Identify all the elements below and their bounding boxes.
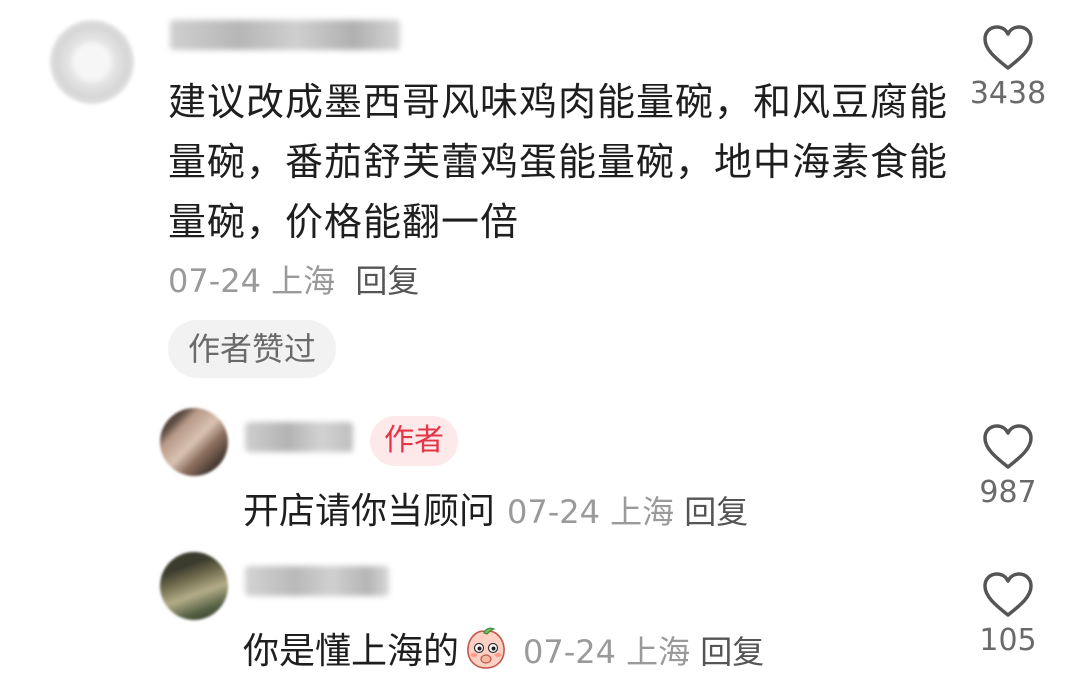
- peach-face-emoji-icon: [467, 627, 505, 669]
- like-button[interactable]: 987: [968, 423, 1048, 510]
- comment-meta: 07-24 上海 回复: [168, 256, 419, 302]
- heart-outline-icon[interactable]: [982, 423, 1034, 471]
- reply-location: 上海: [610, 493, 675, 531]
- reply-meta: 07-24 上海 回复: [507, 493, 748, 531]
- heart-outline-icon[interactable]: [982, 24, 1034, 72]
- reply-text: 开店请你当顾问: [243, 491, 496, 532]
- reply-button[interactable]: 回复: [684, 493, 748, 531]
- reply-text-row: 开店请你当顾问 07-24 上海 回复: [243, 482, 748, 534]
- reply-button[interactable]: 回复: [700, 633, 764, 671]
- reply-meta: 07-24 上海 回复: [523, 633, 764, 671]
- reply-text-row: 你是懂上海的 07-24 上海 回复: [243, 622, 764, 676]
- username-blurred[interactable]: [245, 566, 389, 596]
- avatar[interactable]: [160, 408, 228, 476]
- like-button[interactable]: 3438: [968, 24, 1048, 111]
- reply-date: 07-24: [507, 493, 600, 531]
- reply-location: 上海: [626, 633, 691, 671]
- avatar[interactable]: [50, 20, 134, 104]
- like-count: 987: [979, 475, 1037, 510]
- reply-button[interactable]: 回复: [355, 262, 419, 300]
- author-tag: 作者: [370, 416, 458, 466]
- like-count: 105: [979, 623, 1037, 658]
- heart-outline-icon[interactable]: [982, 571, 1034, 619]
- like-count: 3438: [969, 76, 1047, 111]
- author-liked-badge: 作者赞过: [168, 320, 337, 378]
- like-button[interactable]: 105: [968, 571, 1048, 658]
- comment-location: 上海: [271, 262, 336, 300]
- reply-text: 你是懂上海的: [243, 631, 460, 672]
- username-blurred[interactable]: [170, 20, 400, 50]
- avatar[interactable]: [160, 552, 228, 620]
- comment-text: 建议改成墨西哥风味鸡肉能量碗，和风豆腐能量碗，番茄舒芙蕾鸡蛋能量碗，地中海素食能…: [168, 80, 949, 244]
- username-blurred[interactable]: [245, 422, 353, 452]
- reply-date: 07-24: [523, 633, 616, 671]
- comment-date: 07-24: [168, 262, 261, 300]
